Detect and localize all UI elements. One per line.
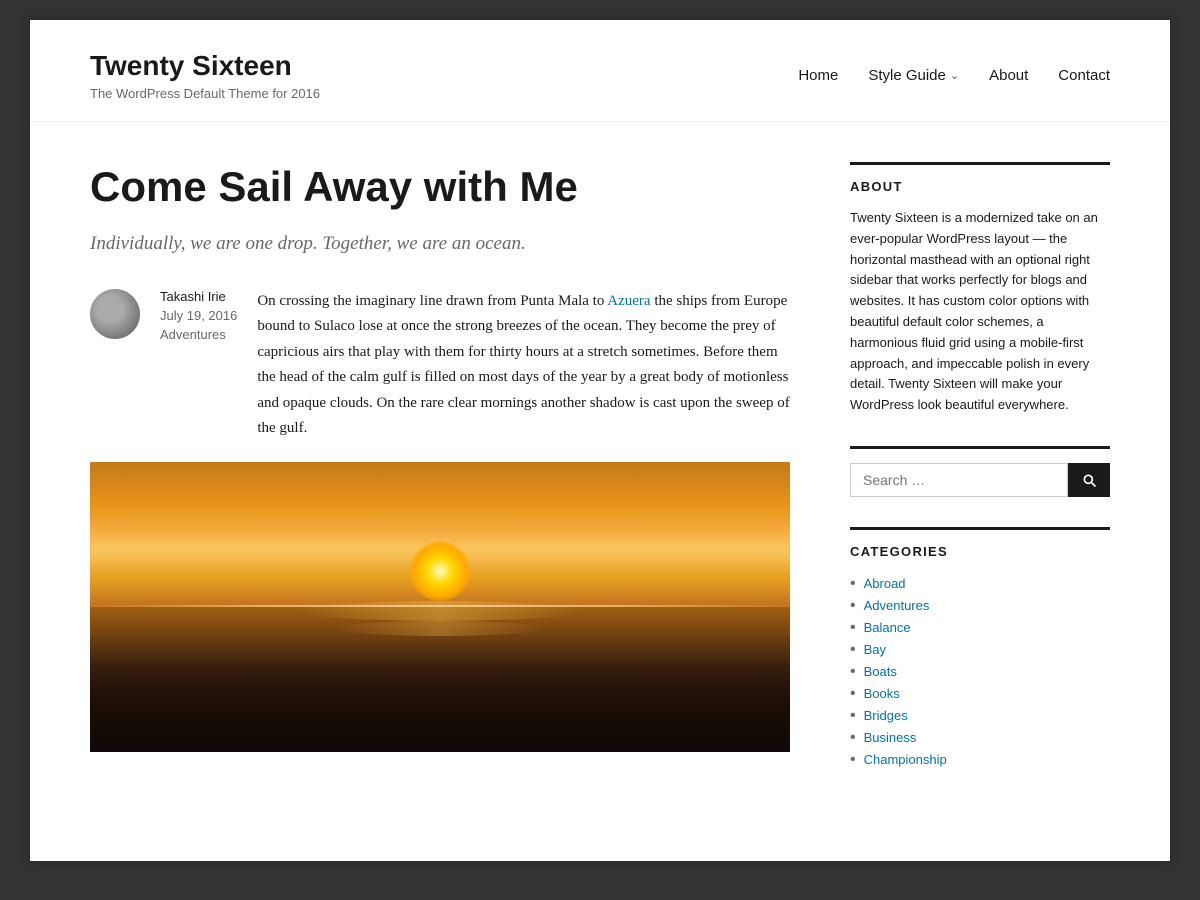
cat-bullet: • bbox=[850, 576, 856, 592]
sidebar-search-rule bbox=[850, 446, 1110, 449]
cat-bullet: • bbox=[850, 752, 856, 768]
post-date: July 19, 2016 bbox=[160, 308, 237, 323]
cat-bullet: • bbox=[850, 686, 856, 702]
chevron-down-icon: ⌄ bbox=[950, 69, 959, 82]
sun-glow bbox=[410, 541, 470, 601]
sidebar-about-section: ABOUT Twenty Sixteen is a modernized tak… bbox=[850, 162, 1110, 416]
cat-bullet: • bbox=[850, 730, 856, 746]
search-row bbox=[850, 463, 1110, 497]
post-body-text: On crossing the imaginary line drawn fro… bbox=[257, 289, 790, 442]
main-nav: Home Style Guide ⌄ About Contact bbox=[798, 67, 1110, 84]
sidebar: ABOUT Twenty Sixteen is a modernized tak… bbox=[850, 162, 1110, 801]
categories-list: • Abroad • Adventures • Balance • Bay bbox=[850, 573, 1110, 771]
post-body-text-wrapper: On crossing the imaginary line drawn fro… bbox=[257, 289, 790, 442]
post-subtitle: Individually, we are one drop. Together,… bbox=[90, 230, 790, 259]
list-item: • Championship bbox=[850, 749, 1110, 771]
list-item: • Books bbox=[850, 683, 1110, 705]
category-championship[interactable]: Championship bbox=[864, 752, 947, 767]
content-area: Come Sail Away with Me Individually, we … bbox=[30, 122, 1170, 861]
search-button[interactable] bbox=[1068, 463, 1110, 497]
list-item: • Bay bbox=[850, 639, 1110, 661]
list-item: • Boats bbox=[850, 661, 1110, 683]
post-title: Come Sail Away with Me bbox=[90, 162, 790, 212]
sidebar-about-rule bbox=[850, 162, 1110, 165]
sidebar-categories-section: CATEGORIES • Abroad • Adventures • Balan… bbox=[850, 527, 1110, 771]
category-books[interactable]: Books bbox=[864, 686, 900, 701]
list-item: • Balance bbox=[850, 617, 1110, 639]
category-abroad[interactable]: Abroad bbox=[864, 576, 906, 591]
page-wrapper: Twenty Sixteen The WordPress Default The… bbox=[30, 20, 1170, 861]
azuera-link[interactable]: Azuera bbox=[607, 293, 650, 309]
main-content: Come Sail Away with Me Individually, we … bbox=[90, 162, 790, 801]
post-article: Come Sail Away with Me Individually, we … bbox=[90, 162, 790, 752]
sidebar-categories-heading: CATEGORIES bbox=[850, 544, 1110, 559]
sidebar-categories-rule bbox=[850, 527, 1110, 530]
nav-home[interactable]: Home bbox=[798, 67, 838, 84]
category-bay[interactable]: Bay bbox=[864, 642, 886, 657]
nav-style-guide-label: Style Guide bbox=[868, 67, 946, 84]
category-business[interactable]: Business bbox=[864, 730, 917, 745]
cat-bullet: • bbox=[850, 708, 856, 724]
list-item: • Adventures bbox=[850, 595, 1110, 617]
about-text: Twenty Sixteen is a modernized take on a… bbox=[850, 208, 1110, 416]
sidebar-about-heading: ABOUT bbox=[850, 179, 1110, 194]
category-bridges[interactable]: Bridges bbox=[864, 708, 908, 723]
search-icon bbox=[1081, 472, 1097, 488]
cat-bullet: • bbox=[850, 664, 856, 680]
cat-bullet: • bbox=[850, 598, 856, 614]
list-item: • Business bbox=[850, 727, 1110, 749]
nav-contact[interactable]: Contact bbox=[1058, 67, 1110, 84]
site-header: Twenty Sixteen The WordPress Default The… bbox=[30, 20, 1170, 122]
list-item: • Bridges bbox=[850, 705, 1110, 727]
site-title[interactable]: Twenty Sixteen bbox=[90, 50, 320, 82]
cat-bullet: • bbox=[850, 620, 856, 636]
author-avatar bbox=[90, 289, 140, 339]
category-adventures[interactable]: Adventures bbox=[864, 598, 930, 613]
post-category[interactable]: Adventures bbox=[160, 327, 237, 342]
sidebar-search-section bbox=[850, 446, 1110, 497]
post-image bbox=[90, 462, 790, 752]
cat-bullet: • bbox=[850, 642, 856, 658]
post-meta-row: Takashi Irie July 19, 2016 Adventures On… bbox=[90, 289, 790, 442]
post-meta: Takashi Irie July 19, 2016 Adventures bbox=[160, 289, 237, 342]
category-boats[interactable]: Boats bbox=[864, 664, 897, 679]
site-description: The WordPress Default Theme for 2016 bbox=[90, 86, 320, 101]
category-balance[interactable]: Balance bbox=[864, 620, 911, 635]
avatar-img bbox=[90, 289, 140, 339]
nav-about[interactable]: About bbox=[989, 67, 1028, 84]
water-shimmer2 bbox=[335, 621, 545, 636]
nav-style-guide[interactable]: Style Guide ⌄ bbox=[868, 67, 959, 84]
search-input[interactable] bbox=[850, 463, 1068, 497]
author-name: Takashi Irie bbox=[160, 289, 237, 304]
list-item: • Abroad bbox=[850, 573, 1110, 595]
site-branding: Twenty Sixteen The WordPress Default The… bbox=[90, 50, 320, 101]
